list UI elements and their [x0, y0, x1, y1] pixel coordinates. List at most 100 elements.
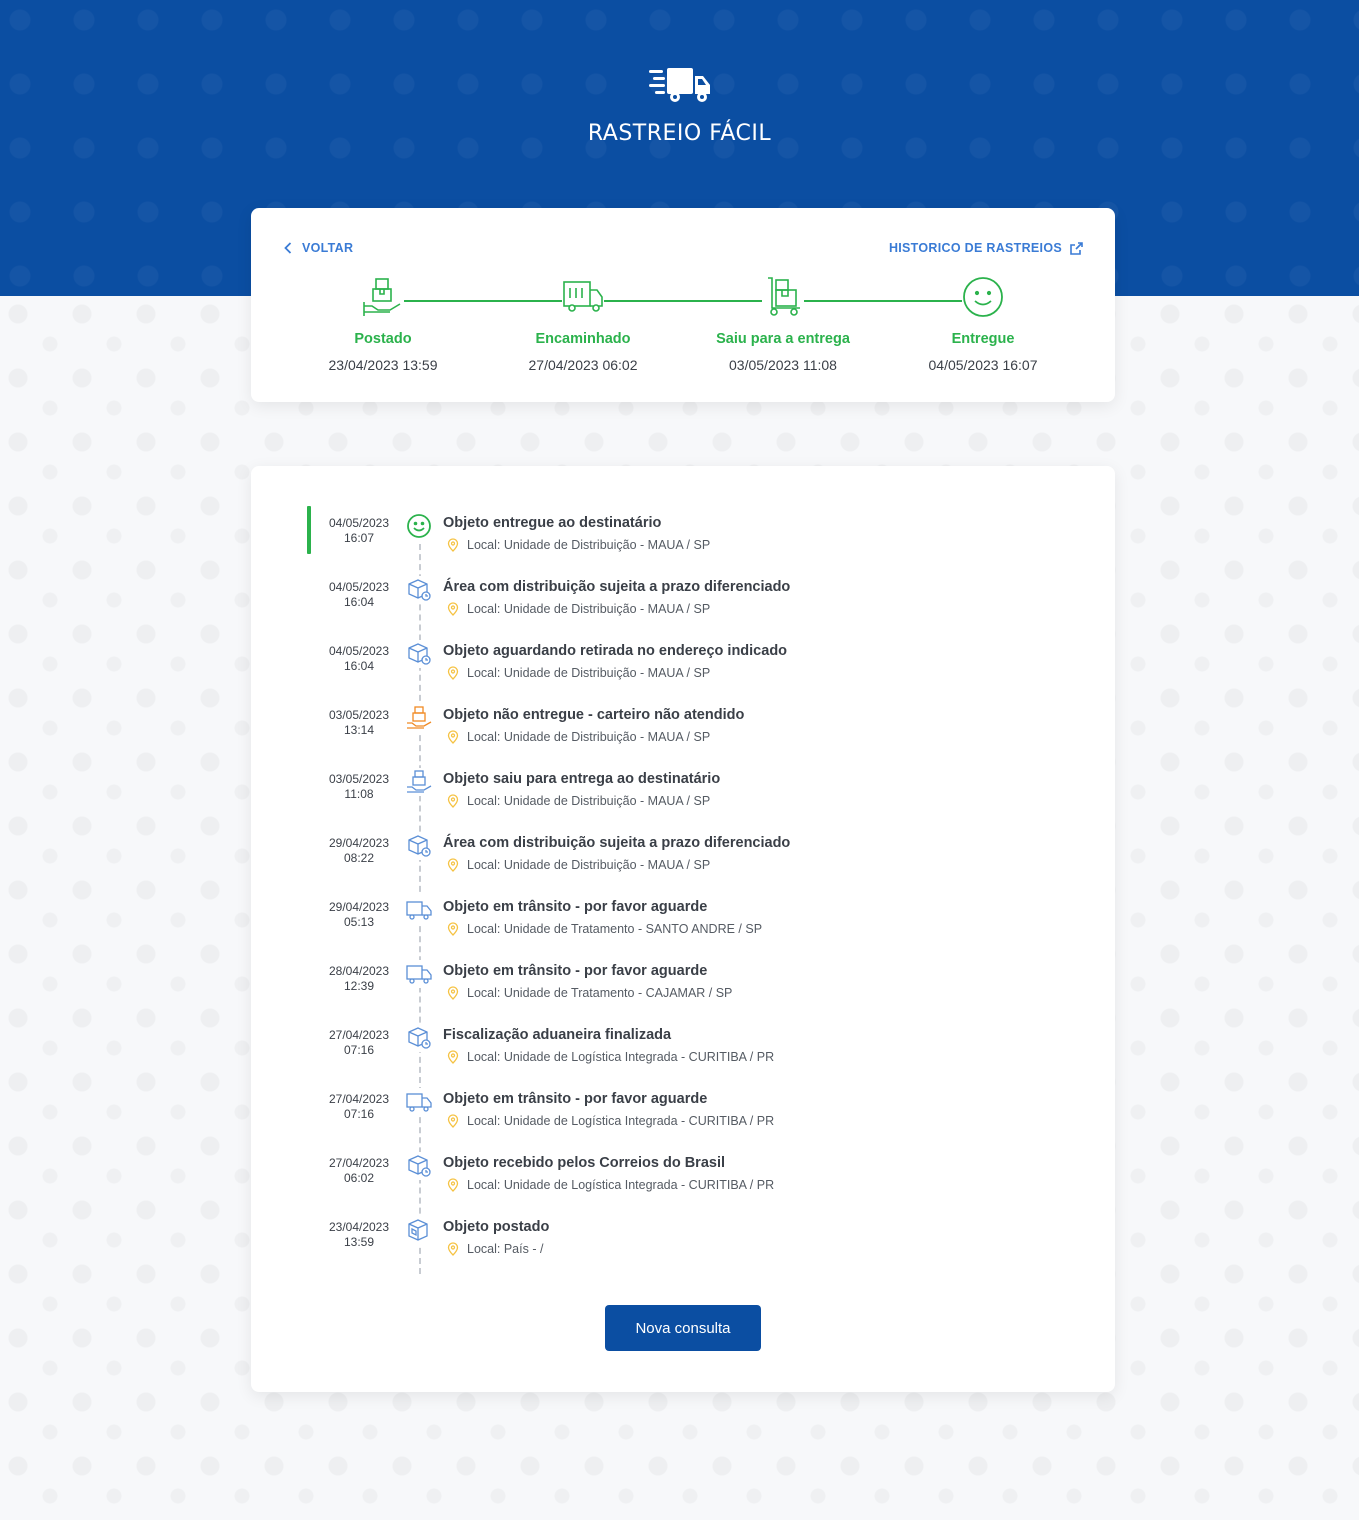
- active-indicator: [307, 506, 311, 554]
- location-pin-icon: [447, 1242, 459, 1256]
- list-item: 28/04/2023 12:39 Objeto em trânsito - por…: [307, 954, 1067, 1018]
- hand-truck-icon: [762, 276, 804, 318]
- event-title: Objeto aguardando retirada no endereço i…: [443, 643, 788, 659]
- event-datetime: 27/04/2023 07:16: [328, 1028, 390, 1057]
- chevron-left-icon: [284, 242, 292, 254]
- list-item: 04/05/2023 16:04 Área com distribuição su…: [307, 570, 1067, 634]
- truck-icon: [406, 1093, 432, 1112]
- location-pin-icon: [447, 538, 459, 552]
- event-location: Local: Unidade de Logística Integrada - …: [447, 1050, 774, 1064]
- list-item: 27/04/2023 07:16 Objeto em trânsito - por…: [307, 1082, 1067, 1146]
- event-location: Local: Unidade de Distribuição - MAUA / …: [447, 730, 710, 744]
- step-encaminhado: Encaminhado 27/04/2023 06:02: [483, 276, 683, 373]
- truck-icon: [406, 965, 432, 984]
- event-datetime: 28/04/2023 12:39: [328, 964, 390, 993]
- page-title: RASTREIO FÁCIL: [587, 121, 772, 146]
- location-pin-icon: [447, 858, 459, 872]
- location-pin-icon: [447, 1050, 459, 1064]
- location-pin-icon: [447, 794, 459, 808]
- list-item: 27/04/2023 07:16 Fiscalização aduaneira f…: [307, 1018, 1067, 1082]
- event-datetime: 04/05/2023 16:04: [328, 644, 390, 673]
- event-location: Local: Unidade de Logística Integrada - …: [447, 1114, 774, 1128]
- event-location: Local: Unidade de Distribuição - MAUA / …: [447, 666, 710, 680]
- step-entregue: Entregue 04/05/2023 16:07: [883, 276, 1083, 373]
- step-date: 27/04/2023 06:02: [528, 357, 638, 373]
- event-title: Área com distribuição sujeita a prazo di…: [443, 579, 791, 595]
- event-datetime: 27/04/2023 06:02: [328, 1156, 390, 1185]
- box-clock-icon: [408, 579, 431, 601]
- step-date: 04/05/2023 16:07: [928, 357, 1038, 373]
- history-label: HISTORICO DE RASTREIOS: [888, 241, 1062, 255]
- event-location: Local: País - /: [447, 1242, 543, 1256]
- step-label: Entregue: [951, 331, 1015, 347]
- event-location: Local: Unidade de Tratamento - SANTO AND…: [447, 922, 762, 936]
- box-postal-icon: [408, 1219, 428, 1241]
- step-date: 23/04/2023 13:59: [328, 357, 438, 373]
- list-item: 03/05/2023 13:14 Objeto não entregue - ca…: [307, 698, 1067, 762]
- event-title: Objeto em trânsito - por favor aguarde: [443, 899, 708, 915]
- progress-card: VOLTAR HISTORICO DE RASTREIOS Postado 23…: [251, 208, 1115, 402]
- back-link[interactable]: VOLTAR: [284, 241, 353, 255]
- history-link[interactable]: HISTORICO DE RASTREIOS: [889, 241, 1083, 255]
- package-hand-warning-icon: [407, 706, 432, 729]
- list-item: 29/04/2023 05:13 Objeto em trânsito - por…: [307, 890, 1067, 954]
- event-title: Objeto postado: [443, 1219, 550, 1235]
- event-datetime: 03/05/2023 13:14: [328, 708, 390, 737]
- event-timeline: 04/05/2023 16:07 Objeto entregue ao desti…: [307, 506, 1067, 1274]
- event-title: Objeto não entregue - carteiro não atend…: [443, 707, 745, 723]
- location-pin-icon: [447, 922, 459, 936]
- location-pin-icon: [447, 986, 459, 1000]
- event-title: Fiscalização aduaneira finalizada: [443, 1027, 672, 1043]
- event-location: Local: Unidade de Distribuição - MAUA / …: [447, 858, 710, 872]
- event-datetime: 27/04/2023 07:16: [328, 1092, 390, 1121]
- location-pin-icon: [447, 730, 459, 744]
- smiley-icon: [407, 514, 431, 538]
- step-label: Postado: [354, 331, 412, 347]
- location-pin-icon: [447, 666, 459, 680]
- box-clock-icon: [408, 1155, 431, 1177]
- truck-icon: [406, 901, 432, 920]
- external-link-icon: [1070, 241, 1083, 255]
- box-clock-icon: [408, 835, 431, 857]
- event-title: Objeto em trânsito - por favor aguarde: [443, 963, 708, 979]
- event-datetime: 04/05/2023 16:07: [328, 516, 390, 545]
- event-title: Objeto entregue ao destinatário: [443, 515, 662, 531]
- step-date: 03/05/2023 11:08: [729, 357, 837, 373]
- box-clock-icon: [408, 1027, 431, 1049]
- list-item: 27/04/2023 06:02 Objeto recebido pelos Co…: [307, 1146, 1067, 1210]
- location-pin-icon: [447, 1114, 459, 1128]
- box-clock-icon: [408, 643, 431, 665]
- event-datetime: 23/04/2023 13:59: [328, 1220, 390, 1249]
- event-location: Local: Unidade de Distribuição - MAUA / …: [447, 794, 710, 808]
- event-location: Local: Unidade de Distribuição - MAUA / …: [447, 538, 710, 552]
- step-postado: Postado 23/04/2023 13:59: [283, 276, 483, 373]
- back-label: VOLTAR: [302, 241, 354, 255]
- timeline-card: 04/05/2023 16:07 Objeto entregue ao desti…: [251, 466, 1115, 1392]
- brand: RASTREIO FÁCIL: [0, 66, 1359, 146]
- step-saiu-para-entrega: Saiu para a entrega 03/05/2023 11:08: [683, 276, 883, 373]
- event-location: Local: Unidade de Logística Integrada - …: [447, 1178, 774, 1192]
- list-item: 29/04/2023 08:22 Área com distribuição su…: [307, 826, 1067, 890]
- step-label: Encaminhado: [535, 331, 631, 347]
- fast-truck-icon: [648, 68, 710, 102]
- list-item: 03/05/2023 11:08 Objeto saiu para entrega…: [307, 762, 1067, 826]
- event-title: Objeto em trânsito - por favor aguarde: [443, 1091, 708, 1107]
- location-pin-icon: [447, 602, 459, 616]
- event-title: Área com distribuição sujeita a prazo di…: [443, 835, 791, 851]
- nova-consulta-button[interactable]: Nova consulta: [605, 1305, 761, 1351]
- package-hand-icon: [362, 276, 404, 318]
- list-item: 04/05/2023 16:04 Objeto aguardando retira…: [307, 634, 1067, 698]
- package-hand-icon: [407, 770, 432, 793]
- location-pin-icon: [447, 1178, 459, 1192]
- event-datetime: 29/04/2023 08:22: [328, 836, 390, 865]
- truck-icon: [562, 276, 604, 318]
- event-location: Local: Unidade de Tratamento - CAJAMAR /…: [447, 986, 732, 1000]
- step-label: Saiu para a entrega: [716, 331, 850, 347]
- event-datetime: 03/05/2023 11:08: [328, 772, 390, 801]
- list-item: 04/05/2023 16:07 Objeto entregue ao desti…: [307, 506, 1067, 570]
- event-datetime: 04/05/2023 16:04: [328, 580, 390, 609]
- event-datetime: 29/04/2023 05:13: [328, 900, 390, 929]
- smiley-icon: [962, 276, 1004, 318]
- list-item: 23/04/2023 13:59 Objeto postado Local: Pa…: [307, 1210, 1067, 1274]
- event-location: Local: Unidade de Distribuição - MAUA / …: [447, 602, 710, 616]
